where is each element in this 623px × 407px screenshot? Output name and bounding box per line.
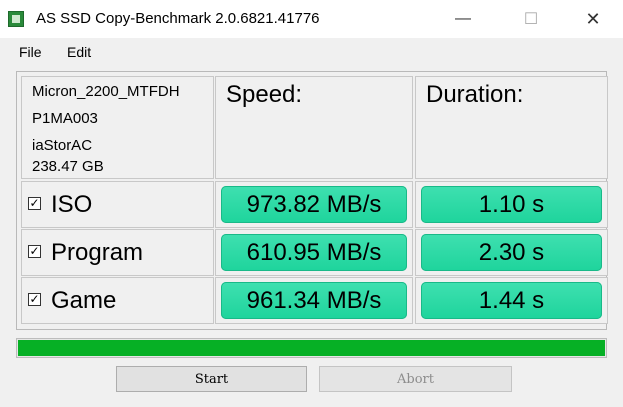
maximize-button[interactable]: ☐ [508, 0, 554, 38]
program-speed-cell: 610.95 MB/s [215, 229, 413, 276]
program-speed-value: 610.95 MB/s [221, 234, 407, 271]
program-duration-cell: 2.30 s [415, 229, 608, 276]
game-checkbox[interactable]: ✓ [28, 293, 41, 306]
program-checkbox[interactable]: ✓ [28, 245, 41, 258]
iso-label: ISO [51, 191, 93, 218]
drive-model: Micron_2200_MTFDH [32, 83, 180, 100]
abort-button[interactable]: Abort [319, 366, 512, 392]
progress-fill [18, 340, 605, 356]
drive-firmware: P1MA003 [32, 110, 98, 127]
game-label: Game [51, 287, 117, 314]
program-duration-value: 2.30 s [421, 234, 602, 271]
iso-speed-cell: 973.82 MB/s [215, 181, 413, 228]
app-icon [8, 11, 24, 27]
iso-duration-value: 1.10 s [421, 186, 602, 223]
minimize-icon: — [455, 10, 471, 27]
drive-info-panel: Micron_2200_MTFDH P1MA003 iaStorAC 238.4… [21, 76, 214, 179]
start-button[interactable]: Start [116, 366, 307, 392]
program-label: Program [51, 239, 144, 266]
iso-checkbox[interactable]: ✓ [28, 197, 41, 210]
results-grid: Micron_2200_MTFDH P1MA003 iaStorAC 238.4… [16, 71, 608, 330]
maximize-icon: ☐ [523, 11, 539, 28]
speed-header-label: Speed: [226, 81, 303, 108]
minimize-button[interactable]: — [440, 0, 486, 38]
menu-edit[interactable]: Edit [67, 44, 91, 60]
duration-header-label: Duration: [426, 81, 524, 108]
duration-header: Duration: [415, 76, 608, 179]
iso-duration-cell: 1.10 s [415, 181, 608, 228]
menu-bar: File Edit [0, 38, 623, 66]
game-duration-value: 1.44 s [421, 282, 602, 319]
window-title: AS SSD Copy-Benchmark 2.0.6821.41776 [36, 10, 320, 27]
title-bar: AS SSD Copy-Benchmark 2.0.6821.41776 — ☐… [0, 0, 623, 38]
drive-size: 238.47 GB [32, 158, 104, 175]
row-game-label: ✓ Game [21, 277, 214, 324]
row-iso-label: ✓ ISO [21, 181, 214, 228]
menu-file[interactable]: File [19, 44, 42, 60]
close-button[interactable]: ✕ [570, 0, 616, 38]
close-icon: ✕ [585, 8, 601, 29]
row-program-label: ✓ Program [21, 229, 214, 276]
iso-speed-value: 973.82 MB/s [221, 186, 407, 223]
drive-driver: iaStorAC [32, 137, 93, 154]
game-speed-value: 961.34 MB/s [221, 282, 407, 319]
game-duration-cell: 1.44 s [415, 277, 608, 324]
game-speed-cell: 961.34 MB/s [215, 277, 413, 324]
progress-bar [16, 338, 607, 358]
speed-header: Speed: [215, 76, 413, 179]
